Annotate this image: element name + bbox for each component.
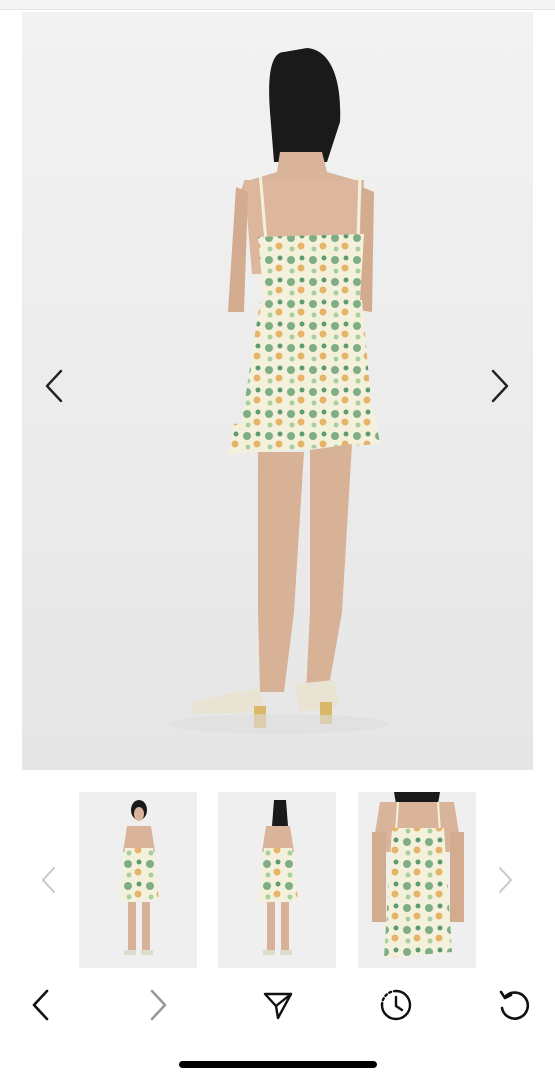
thumbnail-closeup-view[interactable]: [358, 792, 476, 968]
chevron-right-icon: [499, 867, 512, 893]
back-arrow-icon: [32, 989, 49, 1021]
browser-address-strip: [0, 0, 555, 10]
thumbnail-image: [358, 792, 476, 968]
chevron-right-icon: [491, 369, 509, 403]
thumbnail-strip: [0, 792, 555, 968]
reload-icon: [499, 990, 530, 1020]
thumbnail-front-view[interactable]: [79, 792, 197, 968]
home-indicator[interactable]: [179, 1061, 377, 1068]
history-clock-icon: [380, 989, 412, 1021]
thumbnail-prev-button[interactable]: [30, 862, 66, 898]
product-gallery-page: [0, 0, 555, 1080]
send-icon: [263, 992, 293, 1020]
forward-button[interactable]: [137, 983, 181, 1027]
thumbnail-image: [79, 792, 197, 968]
thumbnail-next-button[interactable]: [488, 862, 524, 898]
share-button[interactable]: [256, 983, 300, 1027]
history-button[interactable]: [374, 983, 418, 1027]
chevron-left-icon: [42, 867, 55, 893]
gallery-next-button[interactable]: [478, 364, 522, 408]
main-product-image[interactable]: [22, 12, 533, 770]
back-button[interactable]: [18, 983, 62, 1027]
reload-button[interactable]: [492, 983, 536, 1027]
product-photo-back-view: [22, 12, 533, 770]
thumbnail-image: [218, 792, 336, 968]
forward-arrow-icon: [150, 989, 167, 1021]
browser-toolbar: [0, 980, 555, 1030]
thumbnail-back-view[interactable]: [218, 792, 336, 968]
chevron-left-icon: [45, 369, 63, 403]
gallery-prev-button[interactable]: [32, 364, 76, 408]
